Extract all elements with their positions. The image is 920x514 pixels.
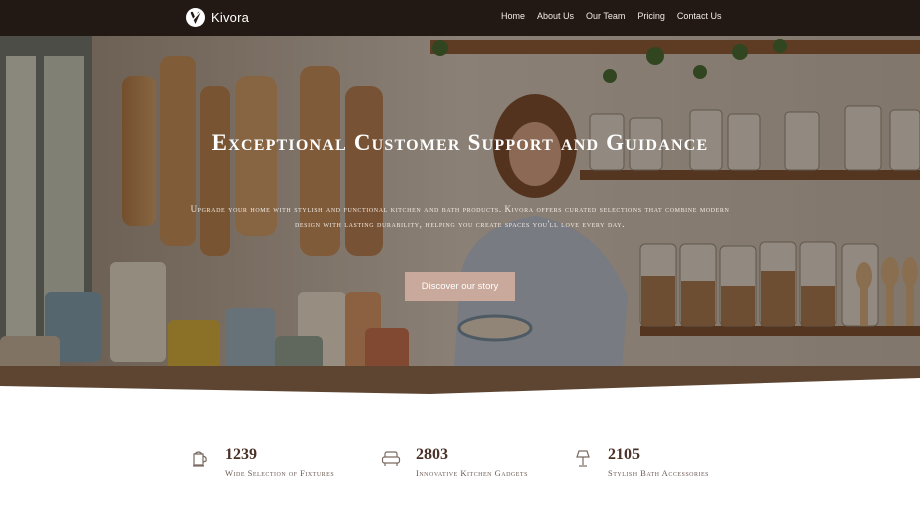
nav-link-pricing[interactable]: Pricing [637, 11, 665, 21]
brand-name: Kivora [211, 9, 250, 25]
stat-value: 2105 [608, 446, 640, 463]
sofa-icon [381, 448, 401, 468]
hero-title: Exceptional Customer Support and Guidanc… [211, 130, 709, 155]
discover-our-story-button[interactable]: Discover our story [405, 272, 515, 301]
stat-label: Wide Selection of Fixtures [225, 468, 335, 478]
nav-link-our-team[interactable]: Our Team [586, 11, 625, 21]
nav-link-home[interactable]: Home [501, 11, 525, 21]
stat-label: Stylish Bath Accessories [608, 468, 709, 478]
kivora-logo-icon [186, 7, 205, 27]
kettle-icon [190, 448, 210, 468]
main-menu: Home About Us Our Team Pricing Contact U… [501, 11, 733, 21]
stat-value: 2803 [416, 446, 448, 463]
hero-bottom-curve [0, 378, 920, 396]
top-navbar: Kivora Home About Us Our Team Pricing Co… [0, 0, 920, 36]
hero-subtitle: Upgrade your home with stylish and funct… [190, 204, 730, 229]
hero-section: Exceptional Customer Support and Guidanc… [0, 36, 920, 396]
brand[interactable]: Kivora [186, 7, 249, 27]
stat-value: 1239 [225, 446, 257, 463]
nav-link-about-us[interactable]: About Us [537, 11, 574, 21]
lamp-icon [573, 448, 593, 468]
nav-link-contact-us[interactable]: Contact Us [677, 11, 722, 21]
stat-label: Innovative Kitchen Gadgets [416, 468, 528, 478]
